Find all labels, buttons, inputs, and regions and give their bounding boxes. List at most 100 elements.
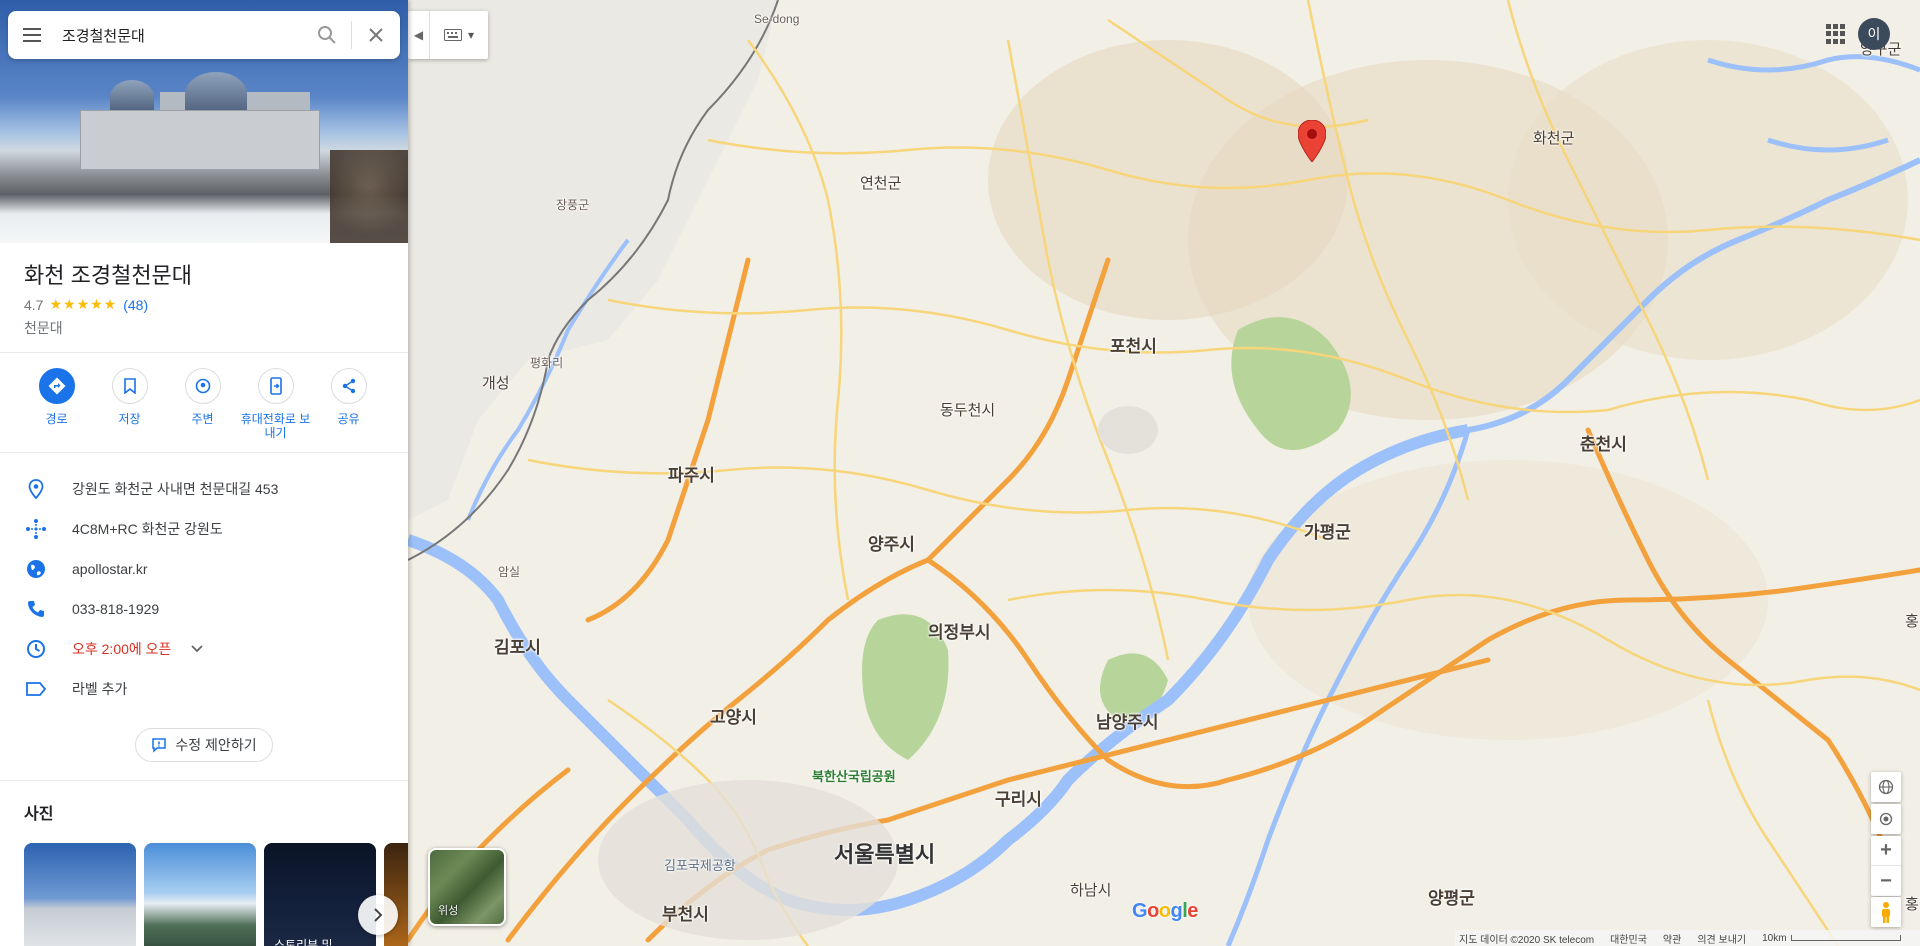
search-button[interactable]	[303, 11, 351, 59]
place-label: 홍	[1905, 896, 1919, 913]
collapse-panel-button[interactable]: ◀	[408, 11, 430, 59]
close-icon	[369, 28, 383, 42]
place-label: 장풍군	[556, 198, 590, 212]
phone-row[interactable]: 033-818-1929	[0, 589, 408, 629]
country-link[interactable]: 대한민국	[1610, 931, 1647, 946]
place-label: 의정부시	[928, 623, 991, 642]
place-title: 화천 조경철천문대	[24, 263, 193, 288]
chevron-right-icon	[374, 908, 383, 922]
hours-text: 오후 2:00에 오픈	[72, 641, 172, 657]
place-label: 하남시	[1070, 882, 1112, 899]
plus-code-icon	[26, 519, 46, 539]
my-location-button[interactable]	[1871, 804, 1901, 834]
zoom-controls: + −	[1871, 836, 1901, 896]
photo-thumbnail[interactable]	[144, 843, 256, 946]
photo-thumbnail[interactable]: 스토리뷰 및	[264, 843, 376, 946]
place-label: 홍	[1905, 613, 1919, 630]
share-button[interactable]: 공유	[312, 368, 385, 440]
avatar[interactable]: 이	[1858, 18, 1890, 50]
review-count-link[interactable]: (48)	[123, 297, 148, 313]
place-label: 화천군	[1533, 130, 1575, 147]
place-label: 춘천시	[1580, 435, 1627, 454]
suggest-edit-button[interactable]: 수정 제안하기	[135, 728, 273, 762]
chevron-down-icon[interactable]	[191, 642, 204, 656]
place-label: 김포시	[494, 638, 541, 657]
send-to-phone-button[interactable]: 휴대전화로 보내기	[239, 368, 312, 440]
place-label: 개성	[482, 375, 510, 392]
photos-heading: 사진	[24, 806, 54, 823]
phone-text: 033-818-1929	[72, 601, 160, 617]
place-label: 파주시	[668, 466, 715, 485]
add-label-row[interactable]: 라벨 추가	[0, 669, 408, 709]
place-label: 가평군	[1304, 523, 1351, 542]
nearby-icon	[195, 378, 210, 394]
apps-grid-icon[interactable]	[1826, 24, 1846, 44]
scale-bar[interactable]: 10km	[1762, 933, 1901, 944]
star-rating: ★★★★★	[49, 296, 118, 312]
place-label: 암실	[498, 565, 521, 579]
action-label: 공유	[337, 412, 360, 426]
send-to-phone-icon	[269, 377, 282, 395]
action-label: 주변	[191, 412, 214, 426]
place-label: 구리시	[995, 790, 1042, 809]
share-icon	[342, 378, 355, 394]
nearby-button[interactable]: 주변	[166, 368, 239, 440]
website-row[interactable]: apollostar.kr	[0, 549, 408, 589]
my-location-icon	[1879, 812, 1893, 826]
pegman-icon	[1882, 902, 1890, 923]
bookmark-icon	[123, 378, 136, 394]
directions-button[interactable]: 경로	[20, 368, 93, 440]
website-link: apollostar.kr	[72, 561, 148, 577]
hours-row[interactable]: 오후 2:00에 오픈	[0, 629, 408, 669]
suggest-edit-label: 수정 제안하기	[175, 737, 257, 753]
clear-search-button[interactable]	[352, 11, 400, 59]
clock-icon	[27, 640, 45, 658]
location-pin-icon[interactable]	[1298, 120, 1326, 162]
place-label: 동두천시	[940, 402, 996, 419]
feedback-link[interactable]: 의견 보내기	[1697, 931, 1746, 946]
map-top-controls: ◀ ▾	[408, 11, 488, 59]
map-canvas[interactable]: Se-dong 연천군 장풍군 평화리 개성 화천군 포천시 동두천시 파주시 …	[408, 0, 1920, 946]
place-label: 서울특별시	[834, 842, 936, 867]
menu-icon[interactable]	[8, 11, 56, 59]
place-label: 연천군	[860, 175, 902, 192]
action-label: 저장	[118, 412, 141, 426]
globe-view-button[interactable]	[1871, 772, 1901, 802]
input-tools-button[interactable]: ▾	[430, 11, 488, 59]
photo-thumbnail[interactable]	[24, 843, 136, 946]
place-label: 김포국제공항	[664, 858, 736, 873]
plus-code-row[interactable]: 4C8M+RC 화천군 강원도	[0, 509, 408, 549]
place-category[interactable]: 천문대	[24, 318, 63, 338]
place-label: 양평군	[1428, 889, 1475, 908]
action-label: 경로	[45, 412, 68, 426]
place-label: 양주시	[868, 535, 915, 554]
phone-icon	[28, 601, 44, 617]
plus-code-text: 4C8M+RC 화천군 강원도	[72, 521, 223, 537]
zoom-out-button[interactable]: −	[1871, 866, 1901, 896]
edit-feedback-icon	[152, 738, 167, 753]
terms-link[interactable]: 약관	[1663, 931, 1681, 946]
save-button[interactable]: 저장	[93, 368, 166, 440]
action-label: 휴대전화로 보내기	[240, 412, 311, 440]
satellite-label: 위성	[438, 905, 459, 917]
action-row: 경로 저장 주변 휴대전화로 보내기 공유	[0, 368, 408, 440]
pegman-button[interactable]	[1871, 897, 1901, 927]
satellite-toggle[interactable]: 위성	[428, 848, 506, 926]
photo-caption: 스토리뷰 및	[274, 938, 333, 946]
address-row[interactable]: 강원도 화천군 사내면 천문대길 453	[0, 469, 408, 509]
place-label: Se-dong	[754, 12, 800, 26]
globe-icon	[1878, 779, 1894, 795]
place-label: 부천시	[662, 905, 709, 924]
rating-row: 4.7 ★★★★★ (48)	[24, 296, 148, 313]
next-photos-button[interactable]	[358, 895, 398, 935]
search-box	[8, 11, 400, 59]
search-input[interactable]	[56, 25, 303, 45]
map-footer: 지도 데이터 ©2020 SK telecom 대한민국 약관 의견 보내기 1…	[1455, 930, 1920, 946]
place-label: 고양시	[710, 708, 757, 727]
location-pin-icon	[28, 479, 44, 499]
place-label: 북한산국립공원	[812, 769, 896, 784]
zoom-in-button[interactable]: +	[1871, 836, 1901, 866]
rating-value: 4.7	[24, 296, 44, 313]
keyboard-icon	[443, 29, 462, 41]
address-text: 강원도 화천군 사내면 천문대길 453	[72, 481, 279, 497]
